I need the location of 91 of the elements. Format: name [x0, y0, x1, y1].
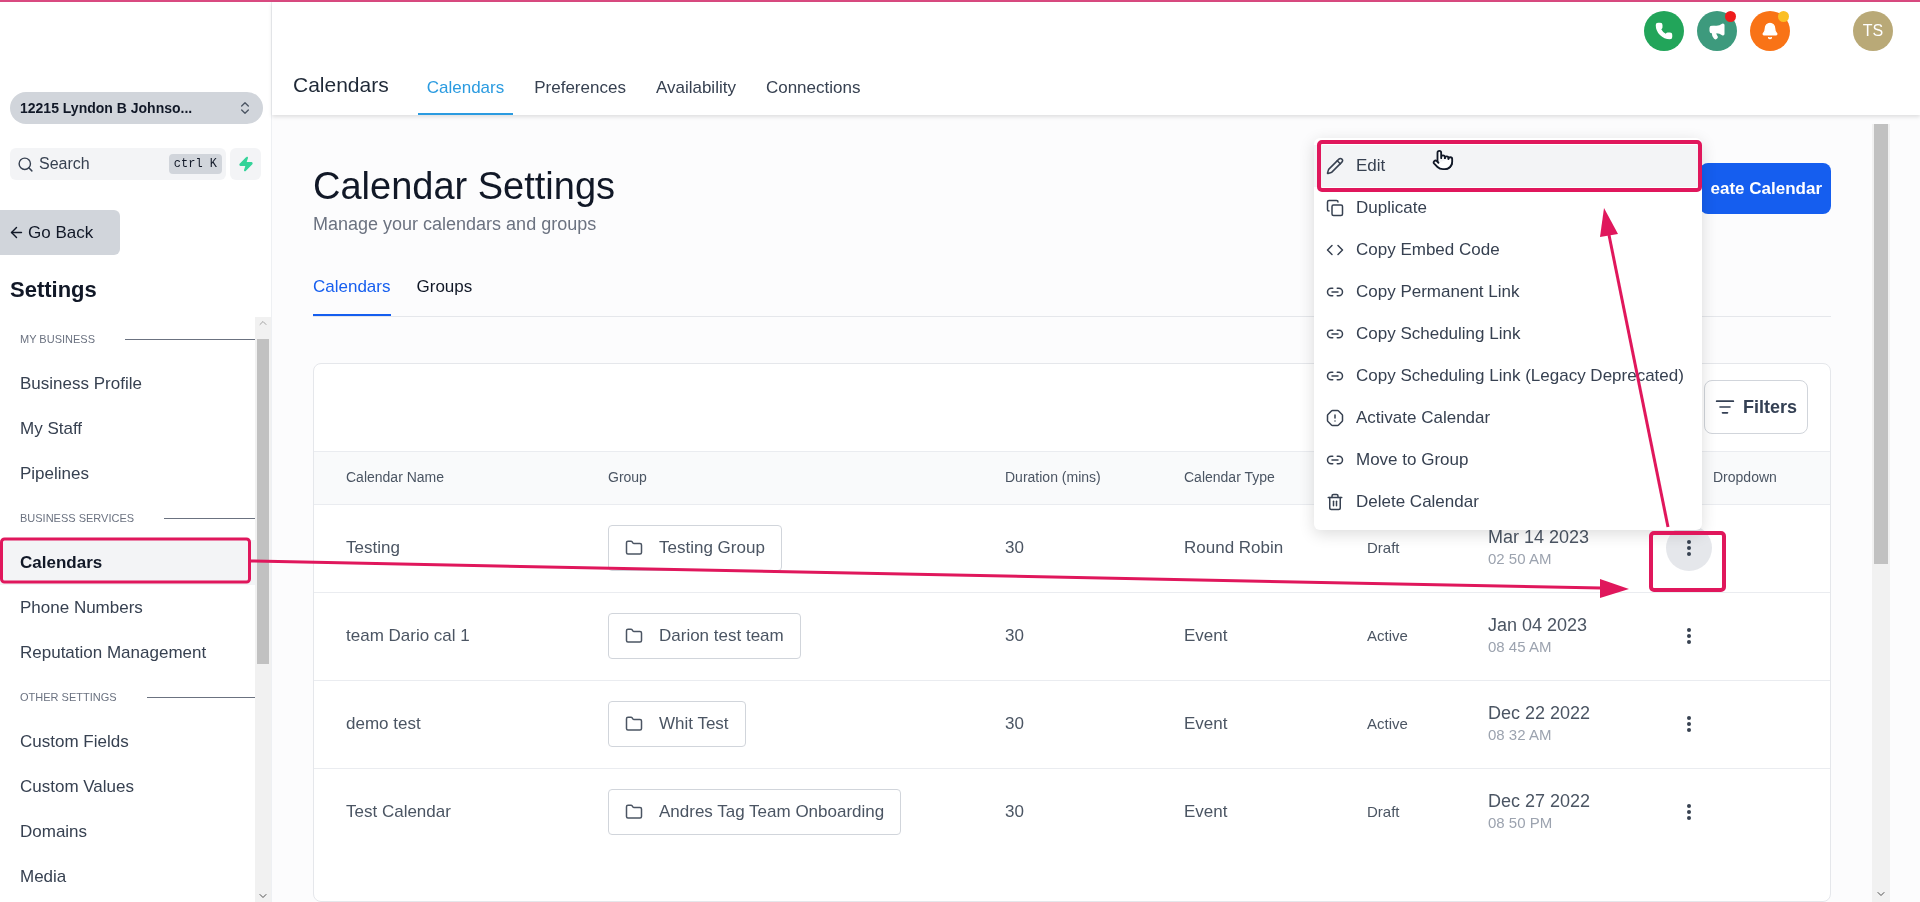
- folder-icon: [625, 539, 643, 557]
- tab[interactable]: Groups: [416, 274, 473, 316]
- time-text: 02 50 AM: [1488, 549, 1553, 569]
- create-calendar-button[interactable]: eate Calendar: [1700, 163, 1831, 214]
- nav-item[interactable]: Pipelines: [0, 451, 255, 496]
- menu-item[interactable]: Move to Group: [1314, 439, 1702, 481]
- column-header: Calendar Name: [346, 468, 446, 487]
- copy-icon: [1326, 199, 1344, 217]
- status-text: Active: [1367, 713, 1409, 734]
- filter-icon: [1715, 397, 1735, 417]
- tab[interactable]: Preferences: [525, 74, 635, 115]
- phone-button[interactable]: [1644, 11, 1684, 51]
- section-label: MY BUSINESS: [20, 331, 95, 347]
- nav-item[interactable]: Domains: [0, 809, 255, 854]
- pencil-icon: [1326, 157, 1344, 175]
- subtitle: Manage your calendars and groups: [313, 213, 598, 236]
- bell-button[interactable]: [1750, 11, 1790, 51]
- megaphone-icon: [1708, 22, 1726, 40]
- nav-item[interactable]: Custom Values: [0, 764, 255, 809]
- group-tag[interactable]: Darion test team: [608, 613, 801, 659]
- filters-button[interactable]: Filters: [1704, 380, 1808, 434]
- time-text: 08 32 AM: [1488, 725, 1553, 745]
- quick-action-button[interactable]: [230, 148, 261, 180]
- tab[interactable]: Availability: [646, 74, 745, 115]
- nav-item[interactable]: Media: [0, 854, 255, 899]
- column-header: Calendar Type: [1184, 468, 1276, 487]
- location-selector[interactable]: 12215 Lyndon B Johnso...: [10, 92, 263, 124]
- tab[interactable]: Calendars: [313, 274, 391, 316]
- nav-item[interactable]: Custom Fields: [0, 719, 255, 764]
- table-cell-text: 30: [1005, 625, 1025, 648]
- scrollbar-thumb[interactable]: [1874, 124, 1888, 564]
- heading: Calendar Settings: [313, 164, 616, 209]
- column-header: Duration (mins): [1005, 468, 1102, 487]
- time-text: 08 45 AM: [1488, 637, 1553, 657]
- group-tag[interactable]: Andres Tag Team Onboarding: [608, 789, 902, 835]
- more-icon: [1687, 804, 1691, 820]
- status-text: Active: [1367, 625, 1409, 646]
- menu-item[interactable]: Activate Calendar: [1314, 397, 1702, 439]
- menu-item[interactable]: Copy Permanent Link: [1314, 271, 1702, 313]
- nav-item[interactable]: Reputation Management: [0, 630, 255, 675]
- pointer-hand-icon: [1432, 149, 1454, 171]
- date-text: Dec 22 2022: [1488, 702, 1592, 724]
- alert-icon: [1326, 409, 1344, 427]
- table-cell-text: Event: [1184, 625, 1229, 648]
- column-header: Dropdown: [1713, 469, 1777, 485]
- date-text: Dec 27 2022: [1488, 790, 1592, 812]
- nav-item[interactable]: Phone Numbers: [0, 585, 255, 630]
- menu-item[interactable]: Delete Calendar: [1314, 481, 1702, 523]
- table-cell-text: Event: [1184, 713, 1229, 736]
- table-cell-text: Round Robin: [1184, 537, 1285, 560]
- group-tag[interactable]: Testing Group: [608, 525, 782, 571]
- more-icon: [1687, 628, 1691, 644]
- folder-icon: [625, 715, 643, 733]
- bell-icon: [1761, 22, 1779, 40]
- nav-item[interactable]: My Staff: [0, 406, 255, 451]
- menu-item[interactable]: Copy Scheduling Link: [1314, 313, 1702, 355]
- group-tag[interactable]: Whit Test: [608, 701, 746, 747]
- trash-icon: [1326, 493, 1344, 511]
- table-cell-text: demo test: [346, 713, 422, 736]
- scrollbar-thumb[interactable]: [257, 339, 269, 664]
- table-cell-text: Test Calendar: [346, 801, 452, 824]
- folder-icon: [625, 627, 643, 645]
- sidebar-title: Settings: [9, 276, 98, 304]
- table-cell-text: team Dario cal 1: [346, 625, 471, 648]
- date-text: Mar 14 2023: [1488, 526, 1591, 548]
- table-cell-text: Testing: [346, 537, 401, 560]
- folder-icon: [625, 803, 643, 821]
- status-text: Draft: [1367, 801, 1401, 822]
- time-text: 08 50 PM: [1488, 813, 1554, 833]
- section-label: OTHER SETTINGS: [20, 689, 117, 705]
- column-header: Group: [608, 468, 648, 487]
- date-text: Jan 04 2023: [1488, 614, 1589, 636]
- nav-item[interactable]: Business Profile: [0, 361, 255, 406]
- menu-item[interactable]: Copy Embed Code: [1314, 229, 1702, 271]
- more-icon: [1687, 540, 1691, 556]
- table-cell-text: 30: [1005, 713, 1025, 736]
- section-label: BUSINESS SERVICES: [20, 510, 135, 526]
- back-button[interactable]: Go Back: [0, 210, 120, 255]
- shortcut-hint: ctrl K: [168, 154, 222, 174]
- more-icon: [1687, 716, 1691, 732]
- tab[interactable]: Connections: [756, 74, 870, 115]
- page-title: Calendars: [293, 71, 389, 98]
- table-cell-text: 30: [1005, 537, 1025, 560]
- search-icon: [17, 156, 34, 173]
- status-text: Draft: [1367, 537, 1401, 558]
- megaphone-button[interactable]: [1697, 11, 1737, 51]
- menu-item[interactable]: Duplicate: [1314, 187, 1702, 229]
- table-cell-text: 30: [1005, 801, 1025, 824]
- lightning-icon: [237, 156, 254, 172]
- phone-icon: [1655, 22, 1673, 40]
- table-cell-text: Event: [1184, 801, 1229, 824]
